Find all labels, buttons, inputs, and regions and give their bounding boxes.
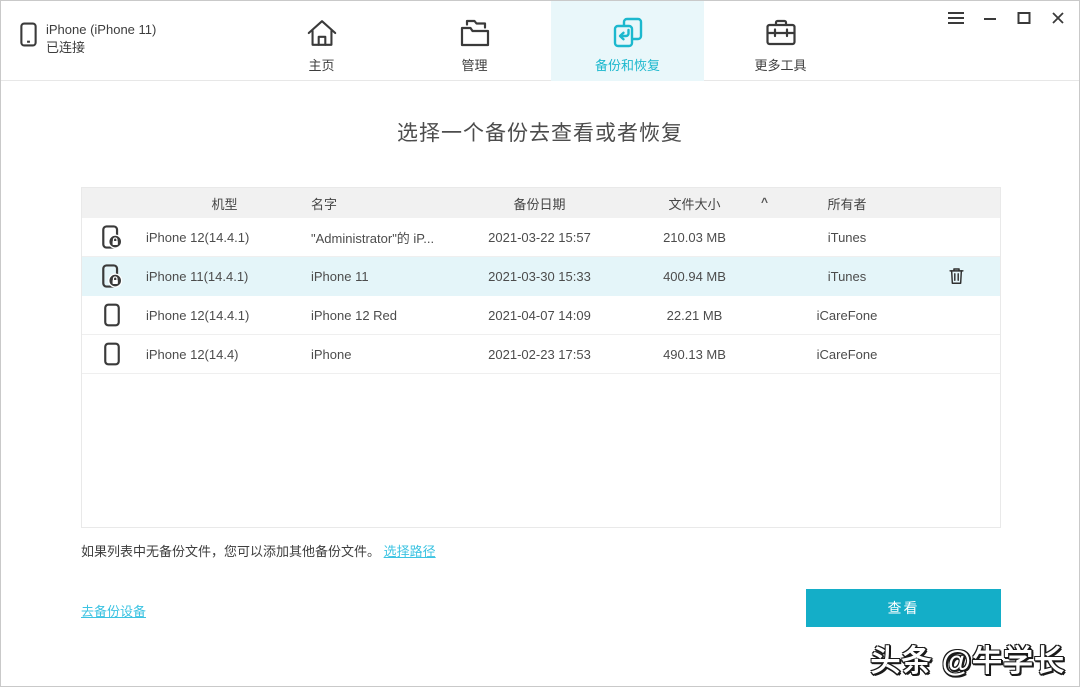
phone-icon [82, 302, 142, 328]
nav-tabs: 主页 管理 备份和恢复 更多工具 [245, 1, 857, 81]
tab-label: 管理 [461, 55, 487, 74]
row-name: iPhone 11 [307, 269, 472, 284]
row-name: iPhone [307, 347, 472, 362]
tab-backup-restore[interactable]: 备份和恢复 [551, 1, 704, 81]
row-model: iPhone 12(14.4.1) [142, 230, 307, 245]
device-status: 已连接 [46, 39, 156, 57]
manage-icon [457, 14, 493, 52]
row-file-size: 490.13 MB [607, 347, 782, 362]
go-backup-device-link[interactable]: 去备份设备 [81, 601, 146, 620]
close-icon[interactable] [1049, 9, 1067, 27]
minimize-icon[interactable] [981, 9, 999, 27]
phone-lock-icon [82, 263, 142, 289]
window-controls [947, 9, 1067, 27]
view-button[interactable]: 查看 [806, 589, 1001, 627]
row-file-size: 22.21 MB [607, 308, 782, 323]
row-backup-date: 2021-04-07 14:09 [472, 308, 607, 323]
row-owner: iTunes [782, 230, 912, 245]
table-header-row: 机型 名字 备份日期 文件大小 ^ 所有者 [82, 188, 1000, 218]
header-owner[interactable]: 所有者 [782, 194, 912, 213]
sort-asc-icon[interactable]: ^ [761, 195, 768, 209]
tab-manage[interactable]: 管理 [398, 1, 551, 81]
tab-more-tools[interactable]: 更多工具 [704, 1, 857, 81]
tab-label: 更多工具 [754, 55, 806, 74]
table-row[interactable]: iPhone 12(14.4.1) iPhone 12 Red 2021-04-… [82, 296, 1000, 335]
row-owner: iTunes [782, 269, 912, 284]
row-name: "Administrator"的 iP... [307, 228, 472, 247]
row-file-size: 210.03 MB [607, 230, 782, 245]
backup-table-body: iPhone 12(14.4.1) "Administrator"的 iP...… [82, 218, 1000, 374]
tab-label: 主页 [308, 55, 334, 74]
backup-list-table: 机型 名字 备份日期 文件大小 ^ 所有者 iPhone 12(14.4.1) … [81, 187, 1001, 528]
watermark: 头条 @牛学长 [870, 636, 1065, 680]
delete-backup-button[interactable] [912, 266, 1000, 286]
choose-path-link[interactable]: 选择路径 [384, 544, 436, 559]
top-bar: iPhone (iPhone 11) 已连接 主页 管理 备份和恢复 更 [1, 1, 1079, 81]
hint-line: 如果列表中无备份文件，您可以添加其他备份文件。 选择路径 [81, 541, 436, 560]
page-title: 选择一个备份去查看或者恢复 [1, 117, 1079, 147]
more-tools-icon [763, 14, 799, 52]
maximize-icon[interactable] [1015, 9, 1033, 27]
phone-icon [82, 341, 142, 367]
header-name[interactable]: 名字 [307, 194, 472, 213]
hint-text: 如果列表中无备份文件，您可以添加其他备份文件。 [81, 544, 380, 559]
row-owner: iCareFone [782, 308, 912, 323]
tab-label: 备份和恢复 [595, 55, 660, 74]
row-model: iPhone 12(14.4.1) [142, 308, 307, 323]
table-row[interactable]: iPhone 12(14.4.1) "Administrator"的 iP...… [82, 218, 1000, 257]
app-window: iPhone (iPhone 11) 已连接 主页 管理 备份和恢复 更 [0, 0, 1080, 687]
row-backup-date: 2021-03-30 15:33 [472, 269, 607, 284]
header-backup-date[interactable]: 备份日期 [472, 194, 607, 213]
connected-device-info: iPhone (iPhone 11) 已连接 [19, 21, 156, 57]
row-model: iPhone 12(14.4) [142, 347, 307, 362]
row-file-size: 400.94 MB [607, 269, 782, 284]
menu-icon[interactable] [947, 9, 965, 27]
table-row[interactable]: iPhone 11(14.4.1) iPhone 11 2021-03-30 1… [82, 257, 1000, 296]
row-backup-date: 2021-03-22 15:57 [472, 230, 607, 245]
device-phone-icon [19, 21, 38, 48]
device-name: iPhone (iPhone 11) [46, 21, 156, 39]
row-backup-date: 2021-02-23 17:53 [472, 347, 607, 362]
row-name: iPhone 12 Red [307, 308, 472, 323]
header-model[interactable]: 机型 [142, 194, 307, 213]
row-owner: iCareFone [782, 347, 912, 362]
tab-home[interactable]: 主页 [245, 1, 398, 81]
table-row[interactable]: iPhone 12(14.4) iPhone 2021-02-23 17:53 … [82, 335, 1000, 374]
phone-lock-icon [82, 224, 142, 250]
row-model: iPhone 11(14.4.1) [142, 269, 307, 284]
header-file-size[interactable]: 文件大小 ^ [607, 194, 782, 213]
backup-restore-icon [611, 14, 645, 52]
home-icon [305, 14, 339, 52]
